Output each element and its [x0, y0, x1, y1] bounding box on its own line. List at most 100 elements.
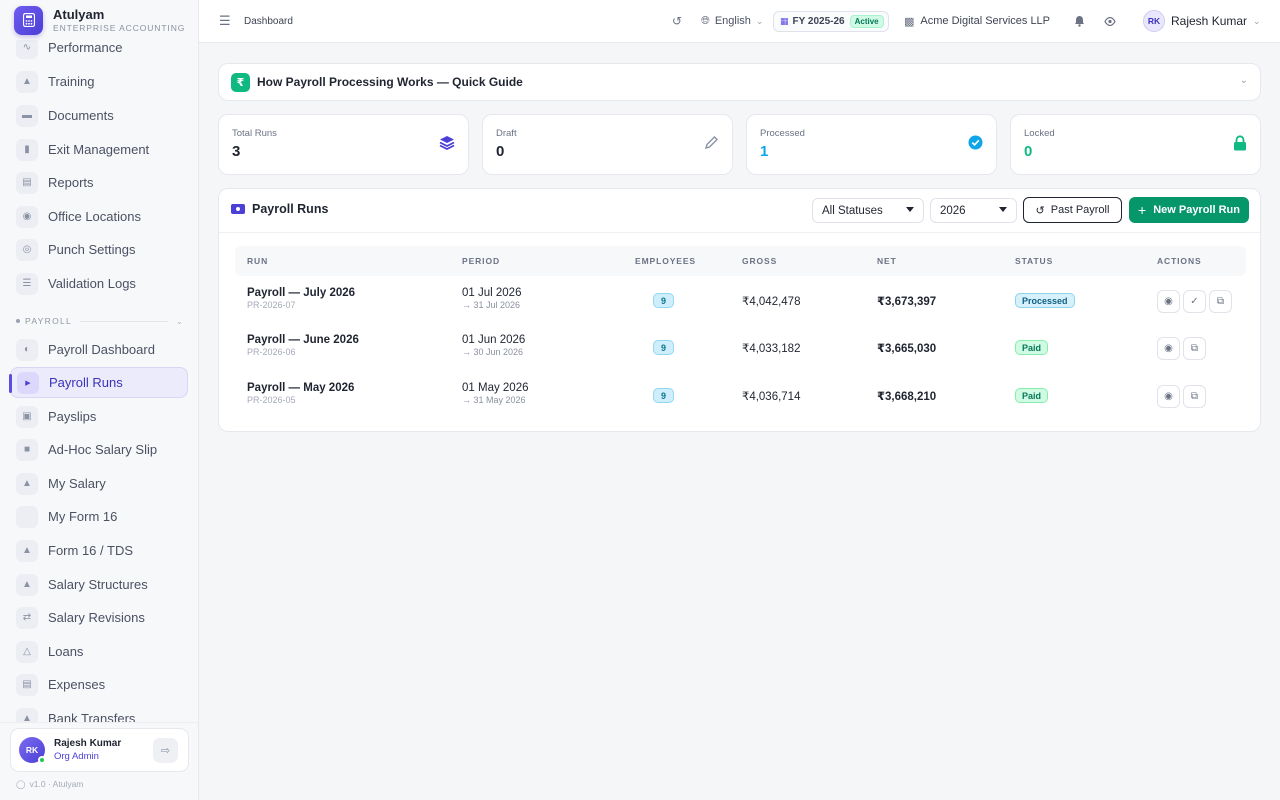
organization-name: Acme Digital Services LLP: [920, 15, 1051, 27]
brand[interactable]: Atulyam ENTERPRISE ACCOUNTING: [0, 0, 198, 40]
sidebar-item-payroll-runs[interactable]: ▶ Payroll Runs: [9, 367, 188, 398]
year-filter-select[interactable]: 2026: [930, 198, 1017, 223]
view-button[interactable]: ◉: [1157, 337, 1180, 360]
section-header-payroll[interactable]: PAYROLL ⌄: [16, 316, 184, 326]
building-icon: ▩: [904, 15, 915, 28]
money-icon: [231, 204, 245, 214]
table-header: RUN PERIOD EMPLOYEES GROSS NET STATUS ACTIONS: [235, 246, 1246, 276]
sidebar-item-my-form-16[interactable]: My Form 16: [10, 501, 188, 532]
calculator-icon: [14, 5, 43, 35]
table-row[interactable]: Payroll — June 2026 PR-2026-06 01 Jun 2026…: [235, 324, 1246, 371]
year-filter-value: 2026: [940, 204, 966, 217]
check-circle-icon: [968, 135, 983, 154]
net-amount: ₹3,668,210: [877, 391, 937, 403]
history-icon[interactable]: ↺: [672, 0, 682, 42]
sidebar-item-salary-revisions[interactable]: ⇄ Salary Revisions: [10, 602, 188, 633]
quick-guide-accordion[interactable]: ₹ How Payroll Processing Works — Quick G…: [218, 63, 1261, 101]
sidebar-item-salary-structures[interactable]: ▲ Salary Structures: [10, 569, 188, 600]
status-badge: Processed: [1015, 293, 1075, 308]
gauge-icon: ◐: [16, 338, 38, 361]
sidebar-item-payroll-dashboard[interactable]: ◐ Payroll Dashboard: [10, 334, 188, 365]
sidebar-item-documents[interactable]: ▬ Documents: [10, 100, 188, 131]
brand-subtitle: ENTERPRISE ACCOUNTING: [53, 22, 186, 33]
run-name[interactable]: Payroll — June 2026: [247, 334, 359, 346]
sidebar-item-label: Office Locations: [48, 209, 141, 224]
sidebar-item-exit-management[interactable]: ▮ Exit Management: [10, 134, 188, 165]
copy-button[interactable]: ⧉: [1209, 290, 1232, 313]
profile-menu[interactable]: RK Rajesh Kumar ⌄: [1143, 0, 1261, 42]
sitemap-icon: ▲: [16, 573, 38, 596]
copy-button[interactable]: ⧉: [1183, 337, 1206, 360]
eye-icon[interactable]: [1104, 0, 1116, 42]
user-card[interactable]: RK Rajesh Kumar Org Admin ⇨: [10, 728, 189, 772]
table-row[interactable]: Payroll — May 2026 PR-2026-05 01 May 2026 →…: [235, 372, 1246, 419]
sidebar-item-label: My Salary: [48, 476, 106, 491]
file-invoice-icon: ▣: [16, 405, 38, 428]
sidebar-item-payslips[interactable]: ▣ Payslips: [10, 401, 188, 432]
employee-count-badge: 9: [653, 340, 674, 355]
avatar: RK: [1143, 10, 1165, 32]
column-header-net: NET: [877, 256, 897, 266]
sidebar-item-punch-settings[interactable]: ◎ Punch Settings: [10, 234, 188, 265]
sidebar-item-expenses[interactable]: ▤ Expenses: [10, 669, 188, 700]
section-divider: [80, 320, 168, 322]
guide-title: How Payroll Processing Works — Quick Gui…: [257, 75, 523, 89]
chevron-down-icon: ⌄: [1239, 75, 1248, 86]
bell-icon[interactable]: [1074, 0, 1085, 42]
table-row[interactable]: Payroll — July 2026 PR-2026-07 01 Jul 2026…: [235, 277, 1246, 324]
gross-amount: ₹4,036,714: [742, 391, 801, 403]
column-header-gross: GROSS: [742, 256, 778, 266]
column-header-period: PERIOD: [462, 256, 500, 266]
user-role: Org Admin: [54, 751, 99, 762]
shield-icon: ◯: [16, 779, 26, 789]
sidebar-item-form-16-tds[interactable]: ▲ Form 16 / TDS: [10, 535, 188, 566]
status-badge: Active: [849, 15, 884, 28]
column-header-status: STATUS: [1015, 256, 1054, 266]
view-button[interactable]: ◉: [1157, 385, 1180, 408]
view-button[interactable]: ◉: [1157, 290, 1180, 313]
sidebar-item-loans[interactable]: △ Loans: [10, 636, 188, 667]
sidebar-item-reports[interactable]: ▤ Reports: [10, 167, 188, 198]
sidebar: ∿ Performance ▲ Training ▬ Documents ▮ Exit Man…: [0, 0, 199, 800]
language-selector[interactable]: 🌐︎ English ⌄: [701, 0, 763, 42]
sidebar-item-validation-logs[interactable]: ☰ Validation Logs: [10, 268, 188, 299]
period-end: → 31 May 2026: [462, 395, 526, 405]
chevron-down-icon: ⌄: [1253, 15, 1261, 26]
logout-button[interactable]: ⇨: [153, 738, 178, 763]
menu-icon[interactable]: ☰: [219, 0, 231, 42]
history-icon: ↺: [1035, 204, 1045, 217]
sidebar-item-label: Performance: [48, 40, 123, 55]
organization-selector[interactable]: ▩ Acme Digital Services LLP: [904, 0, 1050, 42]
period-start: 01 Jun 2026: [462, 334, 526, 346]
sidebar-item-office-locations[interactable]: ◉ Office Locations: [10, 201, 188, 232]
stat-label: Total Runs: [232, 128, 277, 139]
brand-name: Atulyam: [53, 6, 105, 22]
copy-icon: ⧉: [1190, 391, 1199, 402]
past-payroll-button[interactable]: ↺ Past Payroll: [1023, 197, 1122, 223]
user-exit-icon: ▮: [16, 138, 38, 161]
gross-amount: ₹4,042,478: [742, 296, 801, 308]
sidebar-item-label: My Form 16: [48, 509, 118, 524]
run-name[interactable]: Payroll — May 2026: [247, 382, 354, 394]
stat-value: 0: [496, 143, 505, 160]
stat-card-processed: Processed 1: [746, 114, 997, 175]
lock-icon: [1233, 135, 1247, 155]
period-start: 01 Jul 2026: [462, 287, 522, 299]
topbar: ☰ Dashboard ↺ 🌐︎ English ⌄ ▦ FY 2025-26 …: [199, 0, 1280, 43]
sidebar-item-my-salary[interactable]: ▲ My Salary: [10, 468, 188, 499]
approve-button[interactable]: ✓: [1183, 290, 1206, 313]
run-code: PR-2026-06: [247, 347, 296, 357]
status-filter-select[interactable]: All Statuses: [812, 198, 924, 223]
sidebar-item-training[interactable]: ▲ Training: [10, 66, 188, 97]
run-name[interactable]: Payroll — July 2026: [247, 287, 355, 299]
new-payroll-run-button[interactable]: + New Payroll Run: [1129, 197, 1249, 223]
caret-down-icon: [999, 207, 1007, 212]
panel-title: Payroll Runs: [231, 202, 328, 216]
sidebar-item-label: Punch Settings: [48, 242, 136, 257]
sidebar-item-ad-hoc-salary-slip[interactable]: ■ Ad-Hoc Salary Slip: [10, 434, 188, 465]
period-start: 01 May 2026: [462, 382, 529, 394]
copy-button[interactable]: ⧉: [1183, 385, 1206, 408]
rupee-icon: ₹: [231, 72, 250, 92]
fiscal-year-selector[interactable]: ▦ FY 2025-26 Active: [773, 11, 889, 32]
globe-icon: 🌐︎: [701, 14, 710, 27]
